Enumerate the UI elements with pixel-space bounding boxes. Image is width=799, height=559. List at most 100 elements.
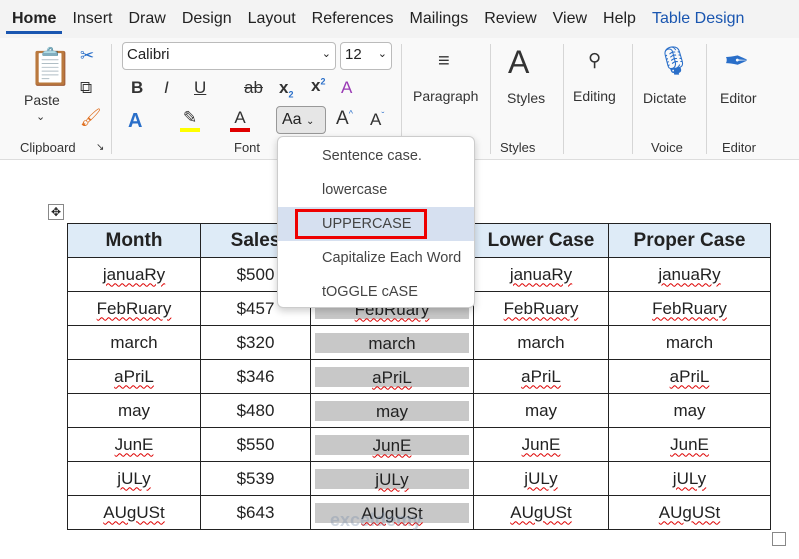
paragraph-icon[interactable]: ≡ <box>438 50 450 73</box>
table-cell[interactable]: jULy <box>310 461 474 496</box>
table-resize-handle[interactable] <box>772 532 786 546</box>
table-cell[interactable]: AUgUSt <box>67 495 201 530</box>
table-cell[interactable]: JunE <box>67 427 201 462</box>
table-cell[interactable]: may <box>608 393 771 428</box>
paragraph-button[interactable]: Paragraph <box>413 88 478 104</box>
table-cell[interactable]: FebRuary <box>67 291 201 326</box>
table-cell[interactable]: march <box>67 325 201 360</box>
paste-button[interactable]: Paste <box>24 92 60 108</box>
table-cell[interactable]: $320 <box>200 325 311 360</box>
copy-icon[interactable]: ⧉ <box>80 78 92 98</box>
table-cell[interactable]: FebRuary <box>608 291 771 326</box>
table-cell[interactable]: aPriL <box>473 359 609 394</box>
watermark-logo: exceldemy <box>330 510 423 530</box>
underline-icon[interactable]: U <box>194 78 206 98</box>
table-cell[interactable]: januaRy <box>473 257 609 292</box>
highlight-color-icon[interactable]: ✎ <box>180 108 200 132</box>
microphone-icon[interactable]: 🎙 <box>656 44 692 77</box>
editor-button[interactable]: Editor <box>720 90 757 106</box>
table-cell[interactable]: $643 <box>200 495 311 530</box>
table-cell[interactable]: march <box>608 325 771 360</box>
table-cell[interactable]: januaRy <box>608 257 771 292</box>
grow-font-icon[interactable]: A^ <box>336 108 353 130</box>
table-cell[interactable]: AUgUSt <box>473 495 609 530</box>
dialog-launcher-icon[interactable]: ↘ <box>96 142 104 153</box>
table-cell[interactable]: march <box>473 325 609 360</box>
table-cell[interactable]: may <box>67 393 201 428</box>
shrink-font-icon[interactable]: Aˇ <box>370 110 384 130</box>
table-cell[interactable]: $480 <box>200 393 311 428</box>
table-cell[interactable]: AUgUSt <box>608 495 771 530</box>
menu-item-uppercase[interactable]: UPPERCASE <box>278 207 474 241</box>
tab-review[interactable]: Review <box>476 0 544 38</box>
cell-text: FebRuary <box>96 298 172 318</box>
ribbon-tabs: Home Insert Draw Design Layout References Mail… <box>0 0 799 38</box>
font-size-dropdown[interactable]: 12 ⌄ <box>340 42 392 70</box>
menu-item-toggle-case[interactable]: tOGGLE cASE <box>278 275 474 309</box>
table-cell[interactable]: JunE <box>473 427 609 462</box>
clear-formatting-icon[interactable]: A <box>341 78 352 98</box>
format-painter-icon[interactable]: 🖌 <box>80 108 102 128</box>
table-cell[interactable]: may <box>473 393 609 428</box>
editor-label: Editor <box>722 140 756 155</box>
font-name-value: Calibri <box>127 46 170 63</box>
tab-mailings[interactable]: Mailings <box>402 0 477 38</box>
table-move-handle-icon[interactable]: ✥ <box>48 204 64 220</box>
tab-table-design[interactable]: Table Design <box>644 0 753 38</box>
cell-text: AUgUSt <box>658 502 721 522</box>
italic-icon[interactable]: I <box>164 78 169 98</box>
cut-icon[interactable]: ✂ <box>80 46 94 66</box>
tab-home[interactable]: Home <box>4 0 64 38</box>
cell-text: $480 <box>236 400 275 420</box>
chevron-down-icon[interactable]: ⌄ <box>36 110 45 123</box>
table-cell[interactable]: jULy <box>67 461 201 496</box>
strikethrough-icon[interactable]: ab <box>244 78 263 98</box>
menu-item-sentence-case[interactable]: Sentence case. <box>278 139 474 173</box>
tab-layout[interactable]: Layout <box>240 0 304 38</box>
table-cell[interactable]: aPriL <box>608 359 771 394</box>
table-cell[interactable]: $550 <box>200 427 311 462</box>
text-effects-icon[interactable]: A <box>128 110 142 133</box>
cell-text: JunE <box>372 435 412 455</box>
styles-button[interactable]: Styles <box>507 90 545 106</box>
table-cell[interactable]: jULy <box>608 461 771 496</box>
table-cell[interactable]: may <box>310 393 474 428</box>
cell-text: AUgUSt <box>103 502 165 522</box>
superscript-icon[interactable]: x2 <box>311 76 325 96</box>
tab-insert[interactable]: Insert <box>64 0 120 38</box>
cell-text: FebRuary <box>652 298 727 318</box>
change-case-button[interactable]: Aa ⌄ <box>276 106 326 134</box>
cell-text: januaRy <box>658 264 721 284</box>
table-cell[interactable]: $346 <box>200 359 311 394</box>
menu-item-lowercase[interactable]: lowercase <box>278 173 474 207</box>
cell-text: may <box>673 400 706 420</box>
subscript-icon[interactable]: x2 <box>279 78 293 99</box>
editor-icon[interactable]: ✒ <box>724 44 749 79</box>
search-icon[interactable]: ⚲ <box>588 50 601 71</box>
table-cell[interactable]: $539 <box>200 461 311 496</box>
column-header: Proper Case <box>608 223 771 258</box>
table-cell[interactable]: JunE <box>310 427 474 462</box>
menu-item-capitalize-each-word[interactable]: Capitalize Each Word <box>278 241 474 275</box>
paste-icon[interactable]: 📋 <box>28 46 73 88</box>
table-cell[interactable]: FebRuary <box>473 291 609 326</box>
table-cell[interactable]: jULy <box>473 461 609 496</box>
table-cell[interactable]: march <box>310 325 474 360</box>
font-name-dropdown[interactable]: Calibri ⌄ <box>122 42 336 70</box>
font-color-icon[interactable]: A <box>230 108 250 132</box>
table-cell[interactable]: JunE <box>608 427 771 462</box>
cell-text: $500 <box>236 264 275 284</box>
table-cell[interactable]: aPriL <box>67 359 201 394</box>
table-cell[interactable]: januaRy <box>67 257 201 292</box>
chevron-down-icon: ⌄ <box>321 48 331 60</box>
tab-references[interactable]: References <box>304 0 402 38</box>
dictate-button[interactable]: Dictate <box>643 90 687 106</box>
styles-icon[interactable]: A <box>508 44 529 81</box>
tab-help[interactable]: Help <box>595 0 644 38</box>
tab-view[interactable]: View <box>545 0 595 38</box>
table-cell[interactable]: aPriL <box>310 359 474 394</box>
tab-design[interactable]: Design <box>174 0 240 38</box>
bold-icon[interactable]: B <box>131 78 143 98</box>
editing-button[interactable]: Editing <box>573 88 616 104</box>
tab-draw[interactable]: Draw <box>120 0 173 38</box>
